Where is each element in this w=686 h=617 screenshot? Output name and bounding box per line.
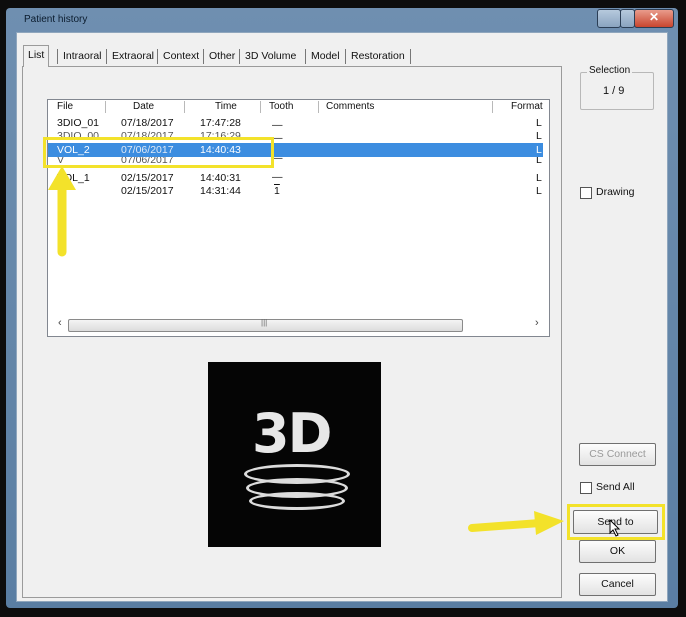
tab-separator: [106, 49, 107, 64]
3d-logo-text: 3D: [252, 402, 332, 465]
close-button[interactable]: ✕: [634, 9, 674, 28]
tab-intraoral[interactable]: Intraoral: [59, 47, 106, 66]
annotation-arrow-right-icon: [468, 511, 564, 535]
drawing-label: Drawing: [596, 186, 635, 198]
scroll-right-arrow-icon[interactable]: ›: [535, 317, 539, 329]
tab-separator: [157, 49, 158, 64]
drawing-checkbox[interactable]: [580, 187, 592, 199]
cell-date: 07/18/2017: [121, 117, 174, 129]
scrollbar-grip-icon: |||: [261, 318, 268, 327]
cell-format: L: [536, 144, 542, 156]
tab-separator: [239, 49, 240, 64]
cancel-label: Cancel: [601, 578, 634, 590]
tab-separator: [410, 49, 411, 64]
header-separator: [318, 101, 319, 113]
tab-extraoral[interactable]: Extraoral: [108, 47, 158, 66]
cell-time: 14:31:44: [200, 185, 241, 197]
cs-connect-button[interactable]: CS Connect: [579, 443, 656, 466]
mouse-cursor-icon: [609, 519, 621, 537]
cell-format: L: [536, 117, 542, 129]
send-all-checkbox[interactable]: [580, 482, 592, 494]
cell-tooth: —: [272, 171, 283, 183]
cs-connect-label: CS Connect: [589, 448, 646, 460]
tab-model[interactable]: Model: [307, 47, 344, 66]
cell-format: L: [536, 157, 542, 165]
cell-time: 17:47:28: [200, 117, 241, 129]
column-header-format[interactable]: Format: [511, 100, 543, 114]
selection-count: 1 / 9: [603, 85, 625, 97]
ok-label: OK: [609, 545, 626, 557]
close-icon: ✕: [649, 10, 660, 24]
selection-label: Selection: [587, 65, 633, 76]
3d-logo-ring-icon: [249, 492, 345, 510]
tab-context[interactable]: Context: [159, 47, 203, 66]
scroll-left-arrow-icon[interactable]: ‹: [58, 317, 62, 329]
header-separator: [492, 101, 493, 113]
column-header-date[interactable]: Date: [133, 100, 154, 114]
column-header-file[interactable]: File: [57, 100, 73, 114]
cell-format: L: [536, 185, 542, 197]
cancel-button[interactable]: Cancel: [579, 573, 656, 596]
header-separator: [184, 101, 185, 113]
cell-format: L: [536, 130, 542, 139]
minimize-button[interactable]: [597, 9, 621, 28]
cell-date: 02/15/2017: [121, 185, 174, 197]
column-header-time[interactable]: Time: [215, 100, 237, 114]
tab-restoration[interactable]: Restoration: [347, 47, 409, 66]
header-separator: [105, 101, 106, 113]
send-all-label: Send All: [596, 481, 635, 493]
tab-list[interactable]: List: [23, 45, 50, 67]
tab-separator: [345, 49, 346, 64]
annotation-arrow-up-icon: [48, 166, 76, 257]
tab-other[interactable]: Other: [205, 47, 239, 66]
tab-separator: [57, 49, 58, 64]
cell-format: L: [536, 172, 542, 184]
column-header-comments[interactable]: Comments: [326, 100, 374, 114]
tab-separator: [305, 49, 306, 64]
window-title: Patient history: [24, 14, 88, 25]
column-header-tooth[interactable]: Tooth: [269, 100, 293, 114]
cell-file: 3DIO_01: [57, 117, 100, 129]
ok-button[interactable]: OK: [579, 540, 656, 563]
cell-tooth: 1: [274, 185, 280, 197]
cell-time: 14:40:31: [200, 172, 241, 184]
tab-separator: [203, 49, 204, 64]
header-separator: [260, 101, 261, 113]
cell-date: 02/15/2017: [121, 172, 174, 184]
maximize-button[interactable]: [620, 9, 635, 28]
tab-3d-volume[interactable]: 3D Volume: [241, 47, 300, 66]
title-bar[interactable]: [6, 8, 678, 30]
